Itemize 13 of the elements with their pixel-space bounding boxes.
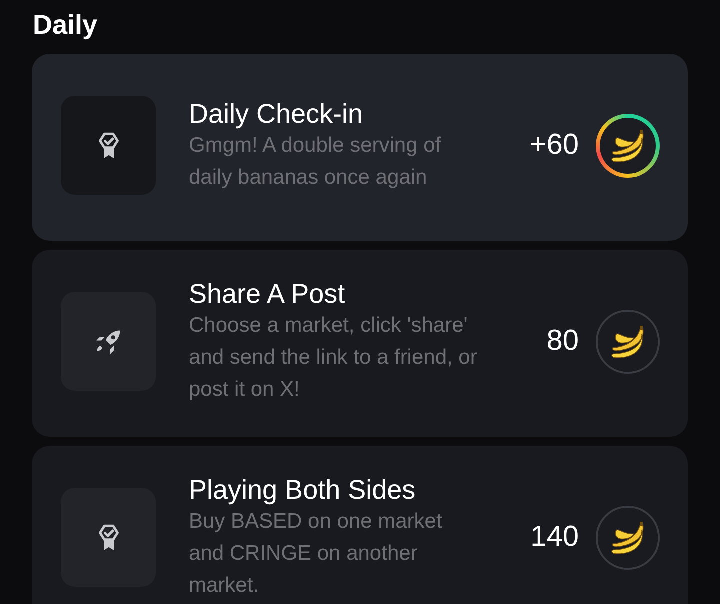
task-card[interactable]: Daily Check-in Gmgm! A double serving of daily bananas once again +60 bbox=[32, 54, 688, 241]
section-title: Daily bbox=[32, 10, 99, 41]
reward-amount: +60 bbox=[530, 129, 579, 162]
reward-amount: 80 bbox=[546, 325, 579, 358]
task-description: Buy BASED on one market and CRINGE on another market. bbox=[189, 508, 444, 598]
task-title: Daily Check-in bbox=[189, 98, 364, 130]
reward-amount: 140 bbox=[530, 521, 579, 554]
task-title: Share A Post bbox=[189, 278, 346, 310]
task-card[interactable]: Playing Both Sides Buy BASED on one market and CRINGE on another market. 140 bbox=[32, 446, 688, 604]
task-description: Choose a market, click 'share' and send the link to a friend, or post it on X! bbox=[189, 312, 478, 402]
task-description: Gmgm! A double serving of daily bananas once again bbox=[189, 132, 442, 190]
task-title: Playing Both Sides bbox=[189, 474, 417, 506]
task-card[interactable]: Share A Post Choose a market, click 'share' and send the link to a friend, or post it on X! 80 bbox=[32, 250, 688, 437]
